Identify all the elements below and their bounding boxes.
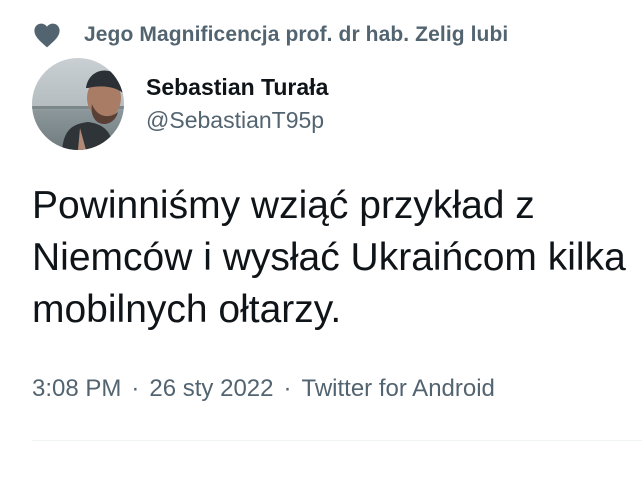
tweet-source[interactable]: Twitter for Android [301,375,494,403]
avatar[interactable] [32,58,124,150]
tweet-date[interactable]: 26 sty 2022 [149,375,273,403]
tweet-text: Powinniśmy wziąć przykład z Niemców i wy… [32,184,626,331]
divider [32,440,642,441]
heart-icon [32,20,62,50]
meta-separator: · [283,375,292,402]
display-name[interactable]: Sebastian Turała [146,74,328,101]
user-handle[interactable]: @SebastianT95p [146,107,328,134]
tweet-meta: 3:08 PM · 26 sty 2022 · Twitter for Andr… [32,375,495,403]
social-context[interactable]: Jego Magnificencja prof. dr hab. Zelig l… [32,20,508,50]
liked-by-text[interactable]: Jego Magnificencja prof. dr hab. Zelig l… [84,23,508,47]
tweet-author[interactable]: Sebastian Turała @SebastianT95p [32,58,328,150]
meta-separator: · [131,375,140,402]
tweet-time[interactable]: 3:08 PM [32,375,121,403]
